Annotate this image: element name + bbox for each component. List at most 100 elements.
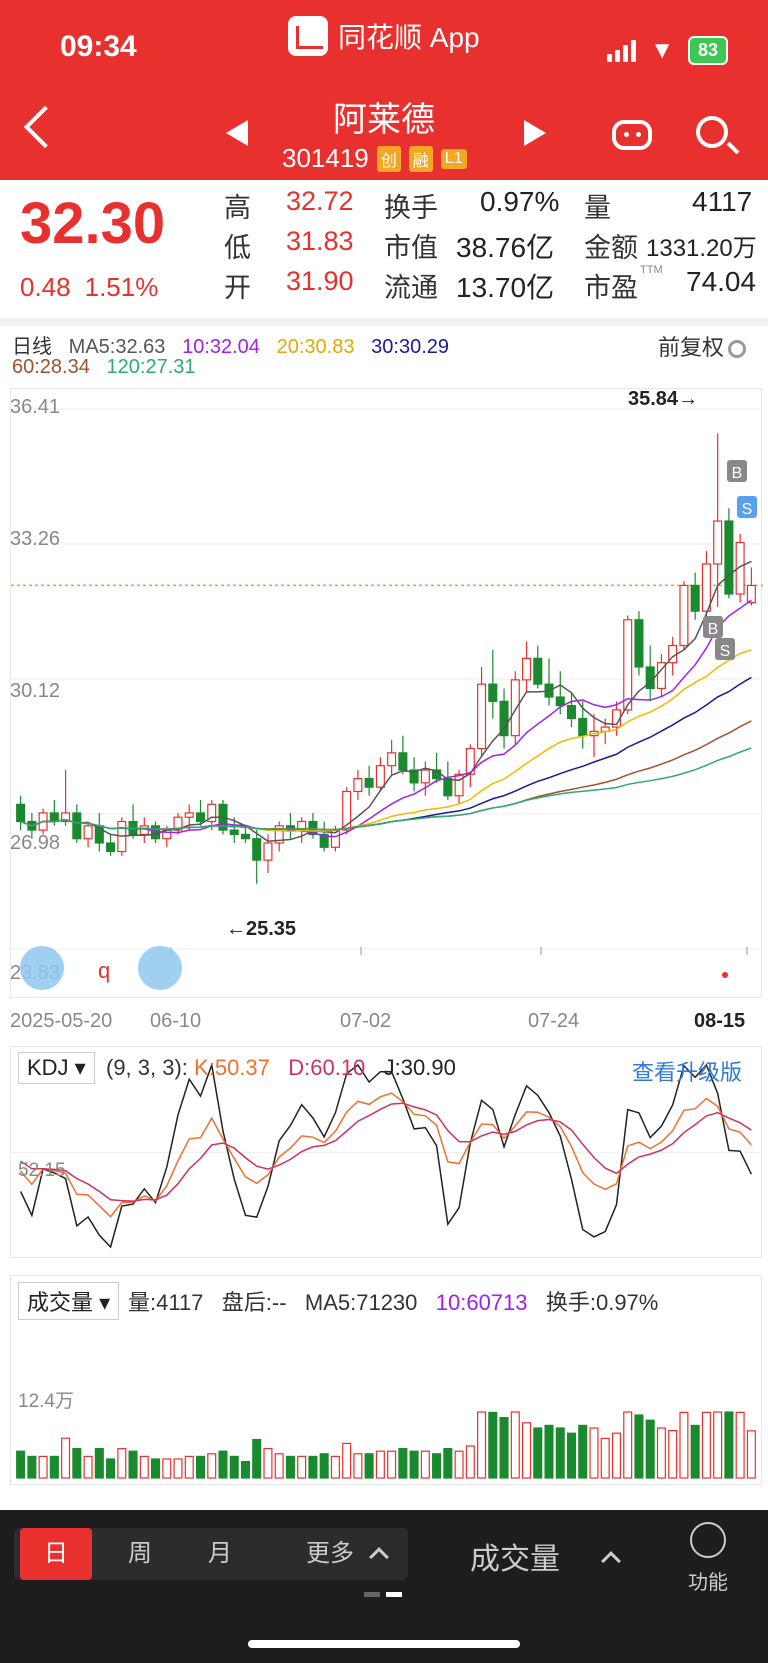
candle (499, 700, 509, 737)
kdj-level: 52.15 (18, 1160, 66, 1181)
candle (555, 696, 565, 707)
candle (690, 584, 700, 612)
quote-panel: 32.30 0.48 1.51% 高 32.72 低 31.83 开 31.90… (0, 180, 768, 318)
volume-bar (566, 1432, 577, 1479)
ma60-value: 60:28.34 (12, 356, 90, 378)
y-tick-2: 30.12 (10, 680, 61, 702)
candle (713, 520, 723, 565)
candle (184, 812, 194, 818)
indicator-chevron-up-icon[interactable] (601, 1551, 621, 1571)
x-tick-0: 2025-05-20 (10, 1010, 113, 1032)
candle (510, 679, 520, 737)
candle (521, 657, 532, 681)
q-icon[interactable]: q (98, 958, 110, 984)
current-price: 32.30 (20, 191, 166, 256)
volume-bar (488, 1411, 498, 1479)
volume-bar (578, 1424, 588, 1479)
ma60-line (20, 720, 752, 831)
volume-bar (477, 1411, 487, 1479)
pe-value: 74.04 (686, 266, 757, 297)
volume-bar (319, 1453, 329, 1479)
adjust-label: 前复权 (657, 335, 724, 360)
circle-button-left[interactable] (20, 946, 64, 990)
status-icons: ▼ 83 (607, 36, 728, 65)
app-title: 同花顺 App (288, 14, 480, 58)
volume-bar (207, 1453, 217, 1479)
volume-bar (544, 1424, 554, 1479)
amount-value: 1331.20万 (646, 235, 757, 262)
volume-bar (184, 1455, 194, 1479)
candle (420, 769, 430, 784)
function-icon[interactable] (690, 1522, 726, 1558)
low-mark: ←25.35 (226, 918, 297, 940)
candle (701, 563, 711, 612)
volume-bar (117, 1448, 127, 1479)
volume-bar (746, 1430, 756, 1479)
tab-more[interactable]: 更多 (300, 1528, 360, 1580)
volume-bar (229, 1455, 239, 1479)
tag-l1: L1 (440, 148, 467, 169)
robot-icon[interactable] (612, 120, 652, 150)
volume-bar (668, 1430, 678, 1479)
volume-bar (465, 1445, 475, 1479)
volume-bar (173, 1458, 183, 1479)
search-icon[interactable] (696, 116, 728, 148)
x-tick-3: 07-24 (528, 1010, 580, 1032)
candle (364, 777, 374, 788)
stock-code-row: 301419 创 融 L1 (282, 143, 467, 174)
volume-select-label: 成交量 (27, 1290, 94, 1315)
candle (387, 752, 397, 767)
tab-month[interactable]: 月 (190, 1528, 250, 1580)
chevron-up-icon (369, 1547, 389, 1567)
volume-bar (656, 1427, 666, 1479)
function-label[interactable]: 功能 (688, 1566, 728, 1595)
tab-week[interactable]: 周 (110, 1528, 170, 1580)
volume-bar (623, 1411, 633, 1479)
divider (0, 318, 768, 326)
volume-bar (398, 1448, 408, 1479)
volume-bar (375, 1450, 385, 1479)
ma20-value: 20:30.83 (276, 336, 355, 358)
today-dot (722, 972, 728, 978)
volume-bar (27, 1455, 37, 1479)
volume-bar (106, 1458, 116, 1479)
vol-value: 4117 (692, 186, 753, 217)
candle (533, 657, 543, 685)
volume-bar (533, 1427, 543, 1479)
buy-marker: B (732, 465, 743, 482)
kline-svg: BSBS (11, 408, 763, 978)
volume-bar (285, 1455, 295, 1479)
kdj-select-label: KDJ (27, 1055, 69, 1080)
volume-select[interactable]: 成交量 ▾ (18, 1282, 120, 1320)
y-tick-3: 26.98 (10, 832, 61, 854)
adjust-button[interactable]: 前复权 (658, 330, 746, 362)
next-stock-button[interactable] (524, 120, 546, 146)
volume-bar (308, 1455, 318, 1479)
tab-day[interactable]: 日 (20, 1528, 92, 1580)
status-time: 09:34 (60, 30, 137, 63)
upgrade-link[interactable]: 查看升级版 (632, 1055, 742, 1087)
kdj-select[interactable]: KDJ ▾ (18, 1052, 95, 1084)
mktcap-value: 38.76亿 (456, 232, 555, 263)
volume-bar (297, 1455, 307, 1479)
x-tick-4: 08-15 (694, 1010, 746, 1032)
price-change: 0.48 1.51% (20, 272, 158, 303)
prev-stock-button[interactable] (226, 120, 248, 146)
kdj-values: (9, 3, 3): K:50.37 D:60.10 J:30.90 (106, 1055, 456, 1081)
ma-row-1: 日线 MA5:32.63 10:32.04 20:30.83 30:30.29 (12, 330, 449, 359)
ma5-line (20, 560, 752, 843)
expand-icon[interactable] (138, 946, 182, 990)
candle (229, 829, 239, 835)
volume-bar (94, 1448, 104, 1479)
float-label: 流通 (384, 273, 438, 303)
indicator-select[interactable]: 成交量 (470, 1534, 560, 1578)
header: 09:34 同花顺 App ▼ 83 阿莱德 301419 创 融 L1 (0, 0, 768, 180)
kline-chart[interactable]: BSBS (10, 388, 763, 998)
app-logo-icon (288, 16, 328, 56)
kdj-k-line (20, 1092, 752, 1218)
high-mark: 35.84→ (628, 388, 699, 410)
volume-bar (252, 1438, 262, 1479)
volume-bar (679, 1411, 689, 1479)
kdj-params: (9, 3, 3): (106, 1055, 188, 1080)
candle (566, 705, 577, 720)
